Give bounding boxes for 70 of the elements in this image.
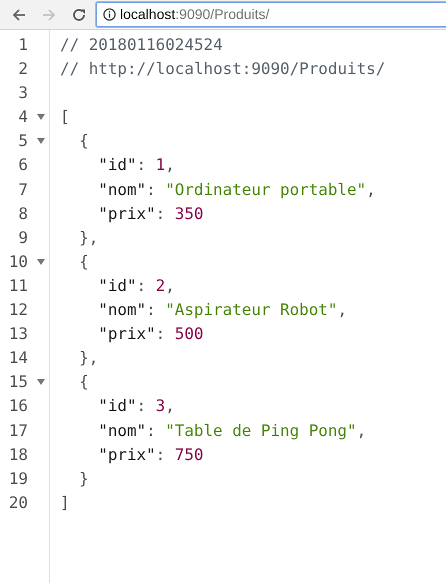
line-number: 10	[8, 250, 28, 273]
fold-arrow-icon[interactable]	[36, 137, 46, 146]
punctuation: :	[156, 444, 166, 464]
punctuation: ,	[366, 180, 376, 199]
line-number: 15	[8, 371, 28, 394]
number-value: 750	[174, 444, 204, 464]
json-key: "nom"	[60, 420, 146, 440]
info-icon[interactable]	[103, 8, 116, 21]
punctuation: :	[136, 276, 146, 295]
fold-arrow-icon[interactable]	[36, 113, 46, 122]
string-value: "Table de Ping Pong"	[165, 420, 357, 440]
punctuation: },	[78, 348, 98, 368]
line-number: 20	[8, 492, 28, 514]
punctuation: ,	[337, 300, 348, 320]
line-number: 6	[17, 154, 28, 176]
punctuation: ,	[165, 396, 175, 416]
line-number: 7	[17, 178, 28, 201]
address-bar[interactable]: localhost:9090/Produits/	[96, 2, 446, 27]
line-number: 19	[8, 468, 28, 490]
line-number: 17	[8, 420, 28, 442]
line-number: 9	[17, 226, 28, 249]
punctuation: :	[136, 396, 146, 416]
json-key: "nom"	[60, 180, 146, 199]
comment-text: // http://localhost:9090/Produits/	[60, 59, 386, 78]
line-number: 1	[17, 34, 28, 56]
number-value: 1	[156, 155, 166, 174]
line-number: 11	[8, 274, 28, 297]
number-value: 3	[156, 396, 166, 416]
punctuation: {	[78, 131, 89, 150]
punctuation: ,	[165, 155, 175, 174]
json-key: "prix"	[60, 444, 156, 464]
string-value: "Ordinateur portable"	[165, 180, 366, 199]
fold-arrow-icon[interactable]	[36, 258, 46, 266]
line-number: 16	[8, 395, 28, 418]
punctuation: ]	[60, 492, 70, 512]
punctuation: :	[146, 420, 156, 440]
punctuation: [	[60, 107, 70, 126]
punctuation: :	[136, 155, 146, 174]
line-number: 14	[8, 347, 28, 370]
punctuation: :	[156, 324, 166, 344]
punctuation: {	[78, 372, 89, 392]
line-number: 12	[8, 299, 28, 322]
comment-text: // 20180116024524	[60, 35, 223, 54]
line-number: 13	[8, 323, 28, 346]
url-text: localhost:9090/Produits/	[120, 5, 270, 24]
json-key: "id"	[60, 155, 137, 174]
json-key: "id"	[60, 276, 137, 295]
punctuation: :	[146, 300, 156, 320]
punctuation: :	[156, 204, 166, 223]
punctuation: ,	[165, 276, 175, 295]
fold-arrow-icon[interactable]	[36, 378, 46, 386]
punctuation: }	[78, 468, 89, 488]
line-number: 2	[17, 58, 28, 80]
json-key: "prix"	[60, 324, 156, 344]
json-key: "prix"	[60, 204, 156, 223]
number-value: 2	[156, 276, 166, 295]
json-key: "id"	[60, 396, 137, 416]
punctuation: },	[78, 228, 98, 247]
punctuation: :	[146, 180, 156, 199]
line-number: 18	[8, 444, 28, 466]
json-key: "nom"	[60, 300, 146, 320]
number-value: 350	[174, 204, 204, 223]
line-number: 5	[17, 130, 28, 152]
line-number: 3	[17, 82, 28, 104]
punctuation: ,	[356, 420, 366, 440]
string-value: "Aspirateur Robot"	[165, 300, 338, 320]
number-value: 500	[174, 324, 204, 344]
line-number: 4	[17, 106, 28, 128]
line-number: 8	[17, 202, 28, 225]
punctuation: {	[78, 252, 89, 271]
